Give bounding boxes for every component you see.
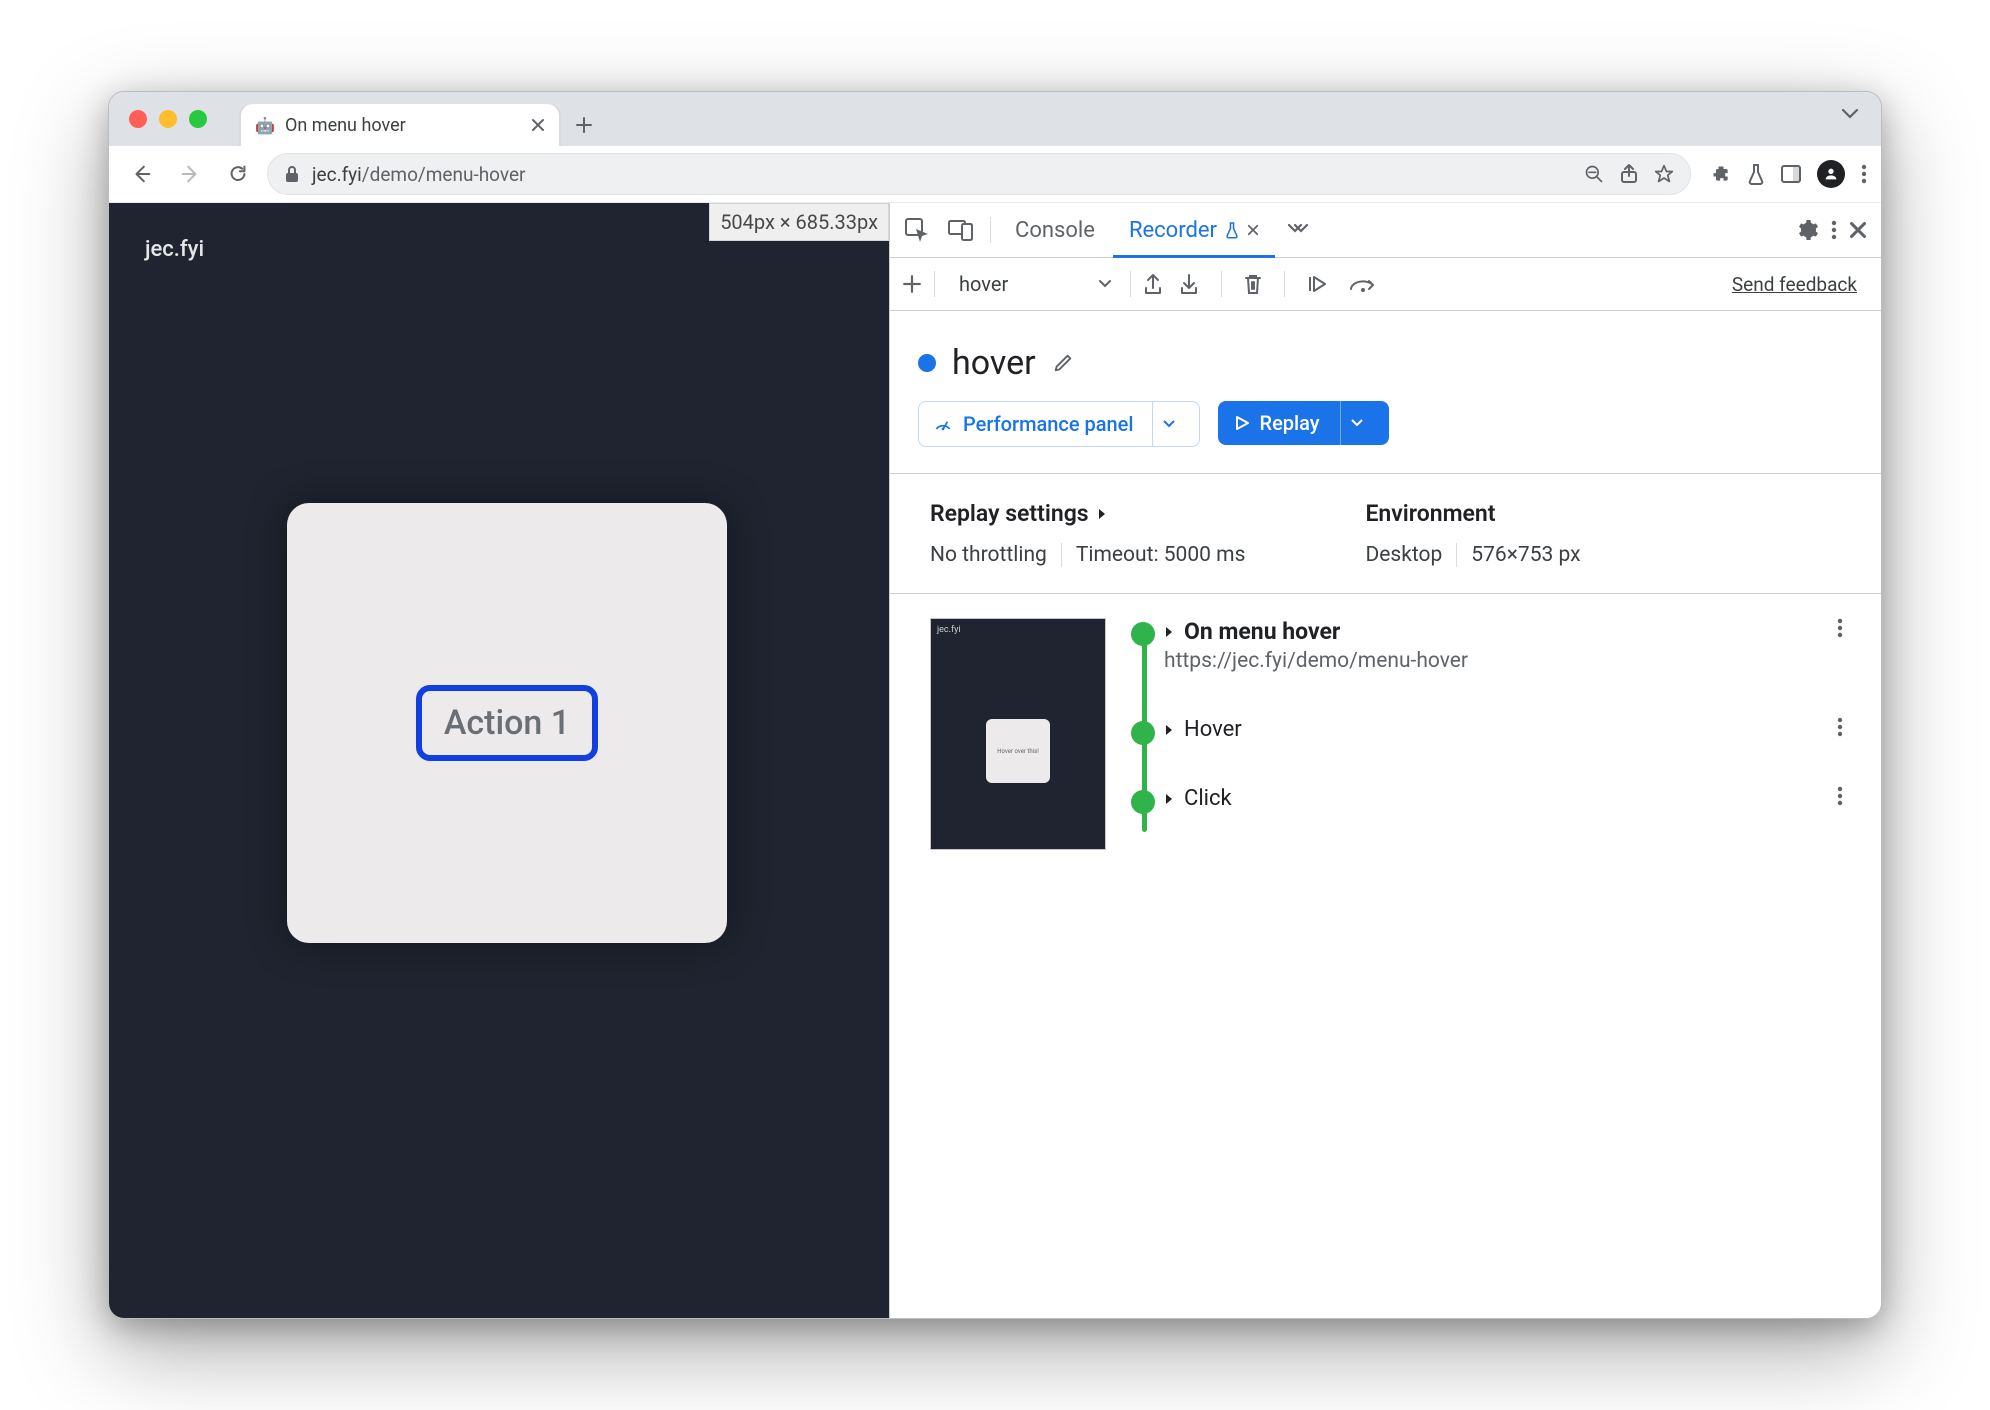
devtools-menu-icon[interactable]: [1831, 220, 1837, 240]
close-devtools-icon[interactable]: [1849, 221, 1867, 239]
performance-panel-label: Performance panel: [963, 412, 1134, 436]
step-subtitle: https://jec.fyi/demo/menu-hover: [1164, 649, 1468, 673]
window-controls: [129, 110, 207, 128]
tab-close-icon[interactable]: [531, 118, 545, 132]
new-tab-button[interactable]: [569, 110, 599, 140]
profile-avatar[interactable]: [1817, 160, 1845, 188]
replay-button[interactable]: Replay: [1218, 401, 1389, 445]
send-feedback-link[interactable]: Send feedback: [1732, 273, 1869, 296]
address-bar[interactable]: jec.fyi/demo/menu-hover: [267, 153, 1691, 195]
demo-card: Action 1: [287, 503, 727, 943]
step-title: Hover: [1164, 717, 1242, 742]
close-window-button[interactable]: [129, 110, 147, 128]
performance-panel-dropdown[interactable]: [1152, 402, 1185, 446]
steps-timeline: On menu hover https://jec.fyi/demo/menu-…: [1130, 618, 1861, 850]
delete-icon[interactable]: [1244, 273, 1262, 295]
labs-icon: [1225, 221, 1239, 239]
tab-favicon: 🤖: [255, 115, 275, 135]
step-node-icon: [1131, 622, 1155, 646]
tab-console[interactable]: Console: [999, 203, 1111, 257]
replay-settings-section: Replay settings No throttling Timeout: 5…: [890, 474, 1881, 593]
thumbnail-card: Hover over this!: [986, 719, 1050, 783]
step-title: On menu hover: [1164, 618, 1468, 645]
page-viewport: jec.fyi 504px × 685.33px Action 1: [109, 203, 889, 1318]
action-button[interactable]: Action 1: [416, 685, 598, 761]
close-icon[interactable]: [1247, 224, 1259, 236]
forward-button[interactable]: [171, 155, 209, 193]
environment-header: Environment: [1365, 500, 1580, 527]
browser-window: 🤖 On menu hover: [108, 91, 1882, 1319]
replay-dropdown[interactable]: [1340, 401, 1373, 445]
devtools-panel: Console Recorder: [889, 203, 1881, 1318]
resolution-value: 576×753 px: [1471, 543, 1580, 567]
step-row[interactable]: On menu hover https://jec.fyi/demo/menu-…: [1164, 618, 1861, 673]
inspect-element-icon[interactable]: [896, 217, 938, 243]
new-recording-button[interactable]: [902, 274, 922, 294]
recording-picker[interactable]: hover: [947, 272, 1118, 296]
step-title: Click: [1164, 786, 1232, 811]
tab-search-button[interactable]: [1841, 108, 1859, 120]
browser-tab[interactable]: 🤖 On menu hover: [241, 104, 559, 146]
zoom-icon[interactable]: [1584, 164, 1604, 184]
step-menu-icon[interactable]: [1837, 717, 1843, 737]
tab-recorder-label: Recorder: [1129, 218, 1217, 243]
import-icon[interactable]: [1179, 273, 1199, 295]
tab-title: On menu hover: [285, 115, 406, 136]
recording-picker-value: hover: [959, 272, 1008, 296]
lock-icon: [284, 165, 300, 183]
step-icon[interactable]: [1349, 275, 1379, 293]
devtools-tabstrip: Console Recorder: [890, 203, 1881, 258]
recording-title: hover: [952, 343, 1036, 383]
tab-recorder[interactable]: Recorder: [1113, 203, 1275, 257]
edit-title-icon[interactable]: [1052, 352, 1074, 374]
url-host: jec.fyi/demo/menu-hover: [312, 163, 525, 186]
browser-toolbar: jec.fyi/demo/menu-hover: [109, 146, 1881, 203]
recording-thumbnail: Hover over this!: [930, 618, 1106, 850]
device-value: Desktop: [1365, 543, 1442, 567]
step-menu-icon[interactable]: [1837, 786, 1843, 806]
step-row[interactable]: Click: [1164, 786, 1861, 811]
recording-status-dot: [918, 354, 936, 372]
browser-menu-icon[interactable]: [1861, 164, 1867, 184]
back-button[interactable]: [123, 155, 161, 193]
performance-panel-button[interactable]: Performance panel: [918, 401, 1200, 447]
continue-icon[interactable]: [1307, 274, 1333, 294]
more-tabs-button[interactable]: [1277, 203, 1319, 257]
viewport-dimensions: 504px × 685.33px: [709, 203, 889, 241]
timeout-value[interactable]: Timeout: 5000 ms: [1076, 543, 1246, 567]
bookmark-icon[interactable]: [1654, 164, 1674, 184]
recorder-toolbar: hover Send feedback: [890, 258, 1881, 311]
step-node-icon: [1131, 790, 1155, 814]
reload-button[interactable]: [219, 155, 257, 193]
replay-settings-header[interactable]: Replay settings: [930, 500, 1245, 527]
maximize-window-button[interactable]: [189, 110, 207, 128]
replay-label: Replay: [1260, 411, 1320, 435]
extensions-icon[interactable]: [1711, 164, 1731, 184]
share-icon[interactable]: [1620, 164, 1638, 184]
labs-icon[interactable]: [1747, 163, 1765, 185]
device-toolbar-icon[interactable]: [940, 218, 982, 242]
step-menu-icon[interactable]: [1837, 618, 1843, 638]
titlebar: 🤖 On menu hover: [109, 92, 1881, 146]
minimize-window-button[interactable]: [159, 110, 177, 128]
step-node-icon: [1131, 721, 1155, 745]
settings-icon[interactable]: [1795, 218, 1819, 242]
side-panel-icon[interactable]: [1781, 165, 1801, 183]
export-icon[interactable]: [1143, 273, 1163, 295]
step-row[interactable]: Hover: [1164, 717, 1861, 742]
site-name: jec.fyi: [145, 237, 204, 262]
throttling-value[interactable]: No throttling: [930, 543, 1047, 567]
